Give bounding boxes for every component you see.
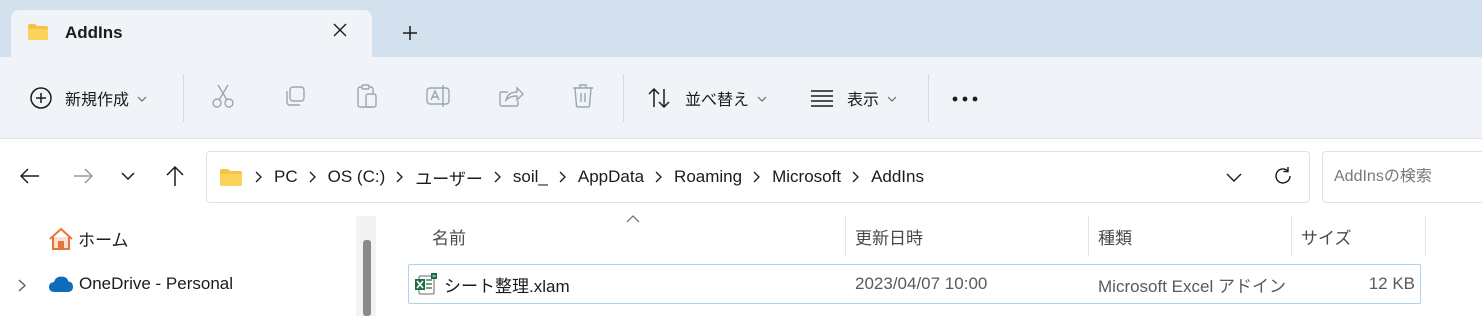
paste-button[interactable] [355, 57, 379, 139]
breadcrumb-item[interactable]: ユーザー [415, 165, 483, 190]
column-divider[interactable] [1291, 216, 1292, 256]
search-box[interactable] [1322, 151, 1482, 203]
cloud-icon [48, 275, 74, 293]
sidebar-item-label: OneDrive - Personal [79, 274, 234, 293]
folder-icon [27, 23, 49, 41]
chevron-down-icon [757, 89, 767, 107]
file-list: 名前 更新日時 種類 サイズ シート整理.xlam 2023/04/07 10:… [382, 215, 1482, 316]
delete-icon [571, 83, 595, 114]
plus-icon [403, 26, 417, 40]
table-row[interactable]: シート整理.xlam 2023/04/07 10:00 Microsoft Ex… [408, 264, 1421, 304]
sidebar-scrollbar[interactable] [356, 216, 376, 316]
forward-arrow-icon[interactable] [70, 163, 96, 189]
chevron-right-icon[interactable] [559, 171, 566, 183]
tab-title: AddIns [65, 23, 123, 42]
paste-icon [355, 83, 379, 114]
column-divider[interactable] [845, 216, 846, 256]
column-header-size[interactable]: サイズ [1301, 216, 1352, 256]
chevron-down-icon [137, 89, 147, 107]
breadcrumb-item[interactable]: PC [274, 167, 298, 187]
toolbar-separator [183, 74, 184, 122]
breadcrumb: PC OS (C:) ユーザー soil_ AppData Roaming Microsof… [255, 152, 924, 202]
chevron-right-icon[interactable] [655, 171, 662, 183]
tab-strip: AddIns [0, 0, 1482, 57]
share-icon [498, 84, 524, 113]
breadcrumb-item[interactable]: Roaming [674, 167, 742, 187]
view-button-label: 表示 [847, 92, 880, 109]
command-bar: 新規作成 並べ替え 表示 [0, 57, 1482, 139]
file-type: Microsoft Excel アドイン [1098, 276, 1286, 296]
chevron-right-icon[interactable] [255, 171, 262, 183]
breadcrumb-item[interactable]: AddIns [871, 167, 924, 187]
new-tab-button[interactable] [398, 21, 422, 45]
chevron-right-icon[interactable] [18, 279, 26, 292]
more-icon [952, 89, 978, 107]
toolbar-separator [623, 74, 624, 122]
column-header-modified[interactable]: 更新日時 [855, 216, 923, 256]
address-row: PC OS (C:) ユーザー soil_ AppData Roaming Microsof… [0, 139, 1482, 216]
folder-icon [219, 168, 243, 192]
view-list-icon [810, 89, 834, 107]
rename-icon [426, 84, 452, 113]
chevron-right-icon[interactable] [396, 171, 404, 183]
view-button[interactable]: 表示 [810, 57, 897, 139]
chevron-down-icon[interactable] [115, 163, 141, 189]
copy-button[interactable] [283, 57, 307, 139]
column-divider[interactable] [1088, 216, 1089, 256]
home-icon [48, 227, 74, 251]
file-modified: 2023/04/07 10:00 [855, 274, 988, 293]
sort-icon [647, 87, 671, 109]
chevron-right-icon[interactable] [852, 171, 859, 183]
sidebar-item-label: ホーム [78, 231, 129, 250]
cut-icon [211, 83, 235, 114]
chevron-right-icon[interactable] [753, 171, 761, 183]
file-size: 12 KB [1368, 274, 1415, 293]
search-input[interactable] [1334, 168, 1482, 186]
sidebar-item-onedrive[interactable]: OneDrive - Personal [48, 274, 233, 294]
sort-button[interactable]: 並べ替え [647, 57, 767, 139]
chevron-down-icon [887, 89, 897, 107]
up-arrow-icon[interactable] [162, 163, 188, 189]
share-button[interactable] [498, 57, 524, 139]
scrollbar-thumb[interactable] [363, 240, 371, 316]
add-circle-icon [29, 86, 53, 110]
column-header-name[interactable]: 名前 [432, 216, 466, 256]
cut-button[interactable] [211, 57, 235, 139]
back-arrow-icon[interactable] [17, 163, 43, 189]
column-header-type[interactable]: 種類 [1098, 216, 1132, 256]
chevron-down-icon[interactable] [1222, 165, 1246, 189]
close-icon[interactable] [329, 19, 351, 41]
file-name: シート整理.xlam [444, 276, 570, 296]
rename-button[interactable] [426, 57, 452, 139]
new-button[interactable]: 新規作成 [29, 57, 147, 139]
breadcrumb-item[interactable]: soil_ [513, 167, 548, 187]
chevron-right-icon[interactable] [494, 171, 501, 183]
excel-addin-icon [414, 265, 438, 303]
sort-ascending-icon [626, 210, 640, 228]
refresh-icon[interactable] [1270, 163, 1296, 189]
toolbar-separator [928, 74, 929, 122]
chevron-right-icon[interactable] [309, 171, 316, 183]
copy-icon [283, 84, 307, 113]
breadcrumb-item[interactable]: AppData [578, 167, 644, 187]
tab-addins[interactable]: AddIns [11, 10, 372, 57]
address-bar[interactable]: PC OS (C:) ユーザー soil_ AppData Roaming Microsof… [206, 151, 1310, 203]
sidebar-item-home[interactable]: ホーム [48, 226, 129, 251]
navigation-pane: ホーム OneDrive - Personal [0, 216, 382, 316]
breadcrumb-item[interactable]: OS (C:) [328, 167, 386, 187]
sort-button-label: 並べ替え [685, 92, 750, 109]
column-divider[interactable] [1425, 216, 1426, 256]
new-button-label: 新規作成 [65, 92, 130, 109]
delete-button[interactable] [571, 57, 595, 139]
more-options-button[interactable] [952, 57, 978, 139]
breadcrumb-item[interactable]: Microsoft [772, 167, 841, 187]
